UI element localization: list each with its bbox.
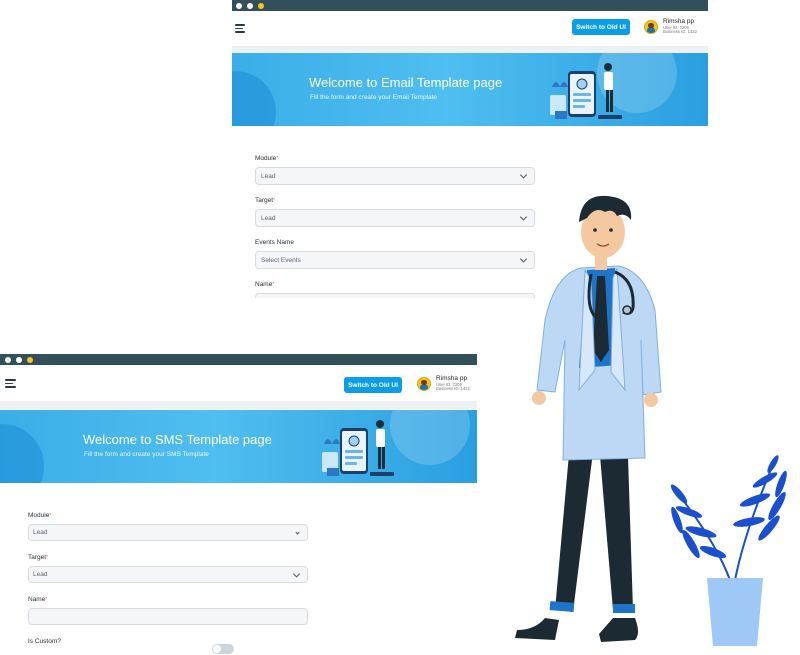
window-dot-minimize[interactable] [247,2,253,9]
switch-to-old-ui-button[interactable]: Switch to Old UI [344,377,402,393]
window-dot-close[interactable] [236,2,242,9]
events-select[interactable]: Select Events [255,251,535,269]
app-header: Switch to Old UI Rimsha pp User ID: 2209… [232,11,708,47]
name-input[interactable] [255,293,535,298]
is-custom-label: Is Custom? [28,638,308,645]
banner-title: Welcome to SMS Template page [83,432,272,447]
business-id: Business ID: 1422 [663,29,697,35]
business-id: Business ID: 1422 [436,386,470,392]
module-label: Module* [255,155,535,162]
banner-subtitle: Fill the form and create your SMS Templa… [84,451,209,458]
switch-to-old-ui-button[interactable]: Switch to Old UI [572,19,630,35]
banner-decoration [0,424,44,483]
name-label: Name* [28,596,308,603]
required-marker: * [49,512,52,517]
header-divider [0,402,477,409]
module-select[interactable]: Lead [255,167,535,185]
sms-template-form: Module* Lead Target* Lead Name* Is Custo… [28,512,308,650]
chevron-down-icon [292,569,301,578]
module-label: Module* [28,512,308,519]
user-profile[interactable]: Rimsha pp User ID: 2209 Business ID: 142… [417,375,470,392]
module-select-value: Lead [261,172,276,180]
banner-subtitle: Fill the form and create your Email Temp… [310,94,438,101]
collage: Switch to Old UI Rimsha pp User ID: 2209… [0,0,800,655]
target-label-text: Target [255,197,274,204]
menu-icon[interactable] [235,24,245,33]
banner-decoration [390,410,470,465]
window-dot-maximize[interactable] [258,2,264,9]
name-input[interactable] [28,608,308,625]
name-label-text: Name [28,596,46,603]
required-marker: * [272,281,275,286]
banner-illustration [322,420,394,476]
menu-icon[interactable] [5,379,16,388]
window-titlebar [0,354,477,365]
is-custom-label-text: Is Custom? [28,638,61,645]
window-titlebar [232,0,708,11]
window-dot-minimize[interactable] [16,356,22,363]
user-profile[interactable]: Rimsha pp User ID: 2209 Business ID: 142… [644,18,697,35]
avatar[interactable] [417,376,431,391]
required-marker: * [273,197,275,202]
is-custom-toggle[interactable] [212,644,234,654]
doctor-illustration [515,195,662,642]
module-select[interactable]: Lead [28,524,308,541]
avatar[interactable] [644,19,658,34]
required-marker: * [276,155,279,160]
target-label: Target* [255,197,535,204]
target-label: Target* [28,554,308,561]
required-marker: * [45,596,48,601]
welcome-banner: Welcome to SMS Template page Fill the fo… [0,410,477,483]
events-select-placeholder: Select Events [261,256,301,264]
module-label-text: Module [255,155,277,162]
app-header [0,365,477,402]
target-select[interactable]: Lead [28,566,308,583]
required-marker: * [46,554,48,559]
module-select-value: Lead [33,529,48,536]
target-select[interactable]: Lead [255,209,535,227]
name-label: Name* [255,281,535,288]
plant-illustration [670,455,787,646]
target-label-text: Target [28,554,47,561]
window-dot-maximize[interactable] [27,356,33,363]
chevron-down-icon [295,529,300,535]
events-name-label: Events Name [255,239,535,246]
banner-illustration [550,63,622,119]
banner-decoration [232,71,276,126]
name-label-text: Name [255,281,273,288]
welcome-banner: Welcome to Email Template page Fill the … [232,53,708,126]
chevron-down-icon [519,171,528,179]
banner-title: Welcome to Email Template page [309,75,503,90]
window-dot-close[interactable] [5,356,11,363]
events-name-label-text: Events Name [255,239,295,246]
email-template-form: Module* Lead Target* Lead Events Name Se… [255,155,535,298]
target-select-value: Lead [33,571,48,578]
sms-template-window: Switch to Old UI Rimsha pp User ID: 2209… [0,354,477,655]
target-select-value: Lead [261,214,276,222]
module-label-text: Module [28,512,50,519]
